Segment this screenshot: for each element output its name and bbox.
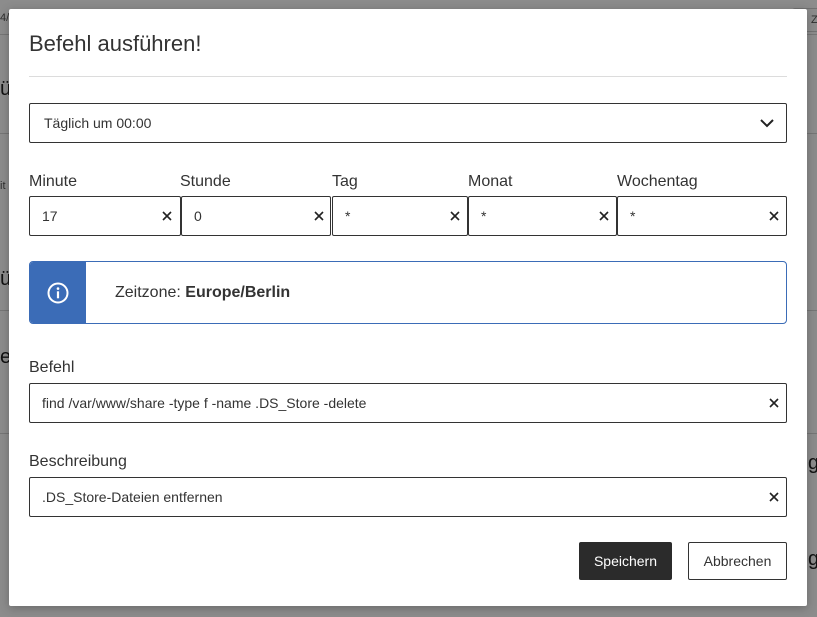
close-icon[interactable] xyxy=(768,491,780,503)
day-value: * xyxy=(345,208,351,224)
minute-input[interactable]: 17 xyxy=(29,196,181,236)
run-command-dialog: Befehl ausführen! Täglich um 00:00 Minut… xyxy=(9,9,807,606)
command-label: Befehl xyxy=(29,359,75,376)
save-button[interactable]: Speichern xyxy=(579,542,672,580)
close-icon[interactable] xyxy=(449,210,461,222)
timezone-prefix: Zeitzone: xyxy=(115,284,181,301)
dialog-title: Befehl ausführen! xyxy=(29,31,202,56)
chevron-down-icon xyxy=(758,114,776,132)
month-value: * xyxy=(481,208,487,224)
month-label: Monat xyxy=(468,173,513,190)
cancel-button[interactable]: Abbrechen xyxy=(688,542,787,580)
timezone-value: Europe/Berlin xyxy=(185,284,291,301)
close-icon[interactable] xyxy=(598,210,610,222)
hour-label: Stunde xyxy=(180,173,231,190)
minute-label: Minute xyxy=(29,173,78,190)
schedule-select-value: Täglich um 00:00 xyxy=(44,115,152,131)
close-icon[interactable] xyxy=(768,397,780,409)
title-divider xyxy=(29,76,787,77)
hour-value: 0 xyxy=(194,208,202,224)
month-input[interactable]: * xyxy=(468,196,617,236)
day-input[interactable]: * xyxy=(332,196,468,236)
description-value: .DS_Store-Dateien entfernen xyxy=(42,489,223,505)
info-circle-icon xyxy=(46,281,70,305)
close-icon[interactable] xyxy=(313,210,325,222)
timezone-text: Zeitzone: Europe/Berlin xyxy=(115,284,290,302)
timezone-info: Zeitzone: Europe/Berlin xyxy=(29,261,787,324)
hour-input[interactable]: 0 xyxy=(181,196,331,236)
close-icon[interactable] xyxy=(161,210,173,222)
weekday-value: * xyxy=(630,208,636,224)
description-label: Beschreibung xyxy=(29,453,127,470)
command-value: find /var/www/share -type f -name .DS_St… xyxy=(42,395,367,411)
info-stripe xyxy=(30,262,86,323)
minute-value: 17 xyxy=(42,208,58,224)
close-icon[interactable] xyxy=(768,210,780,222)
description-input[interactable]: .DS_Store-Dateien entfernen xyxy=(29,477,787,517)
schedule-select[interactable]: Täglich um 00:00 xyxy=(29,103,787,143)
day-label: Tag xyxy=(332,173,358,190)
command-input[interactable]: find /var/www/share -type f -name .DS_St… xyxy=(29,383,787,423)
weekday-label: Wochentag xyxy=(617,173,698,190)
weekday-input[interactable]: * xyxy=(617,196,787,236)
